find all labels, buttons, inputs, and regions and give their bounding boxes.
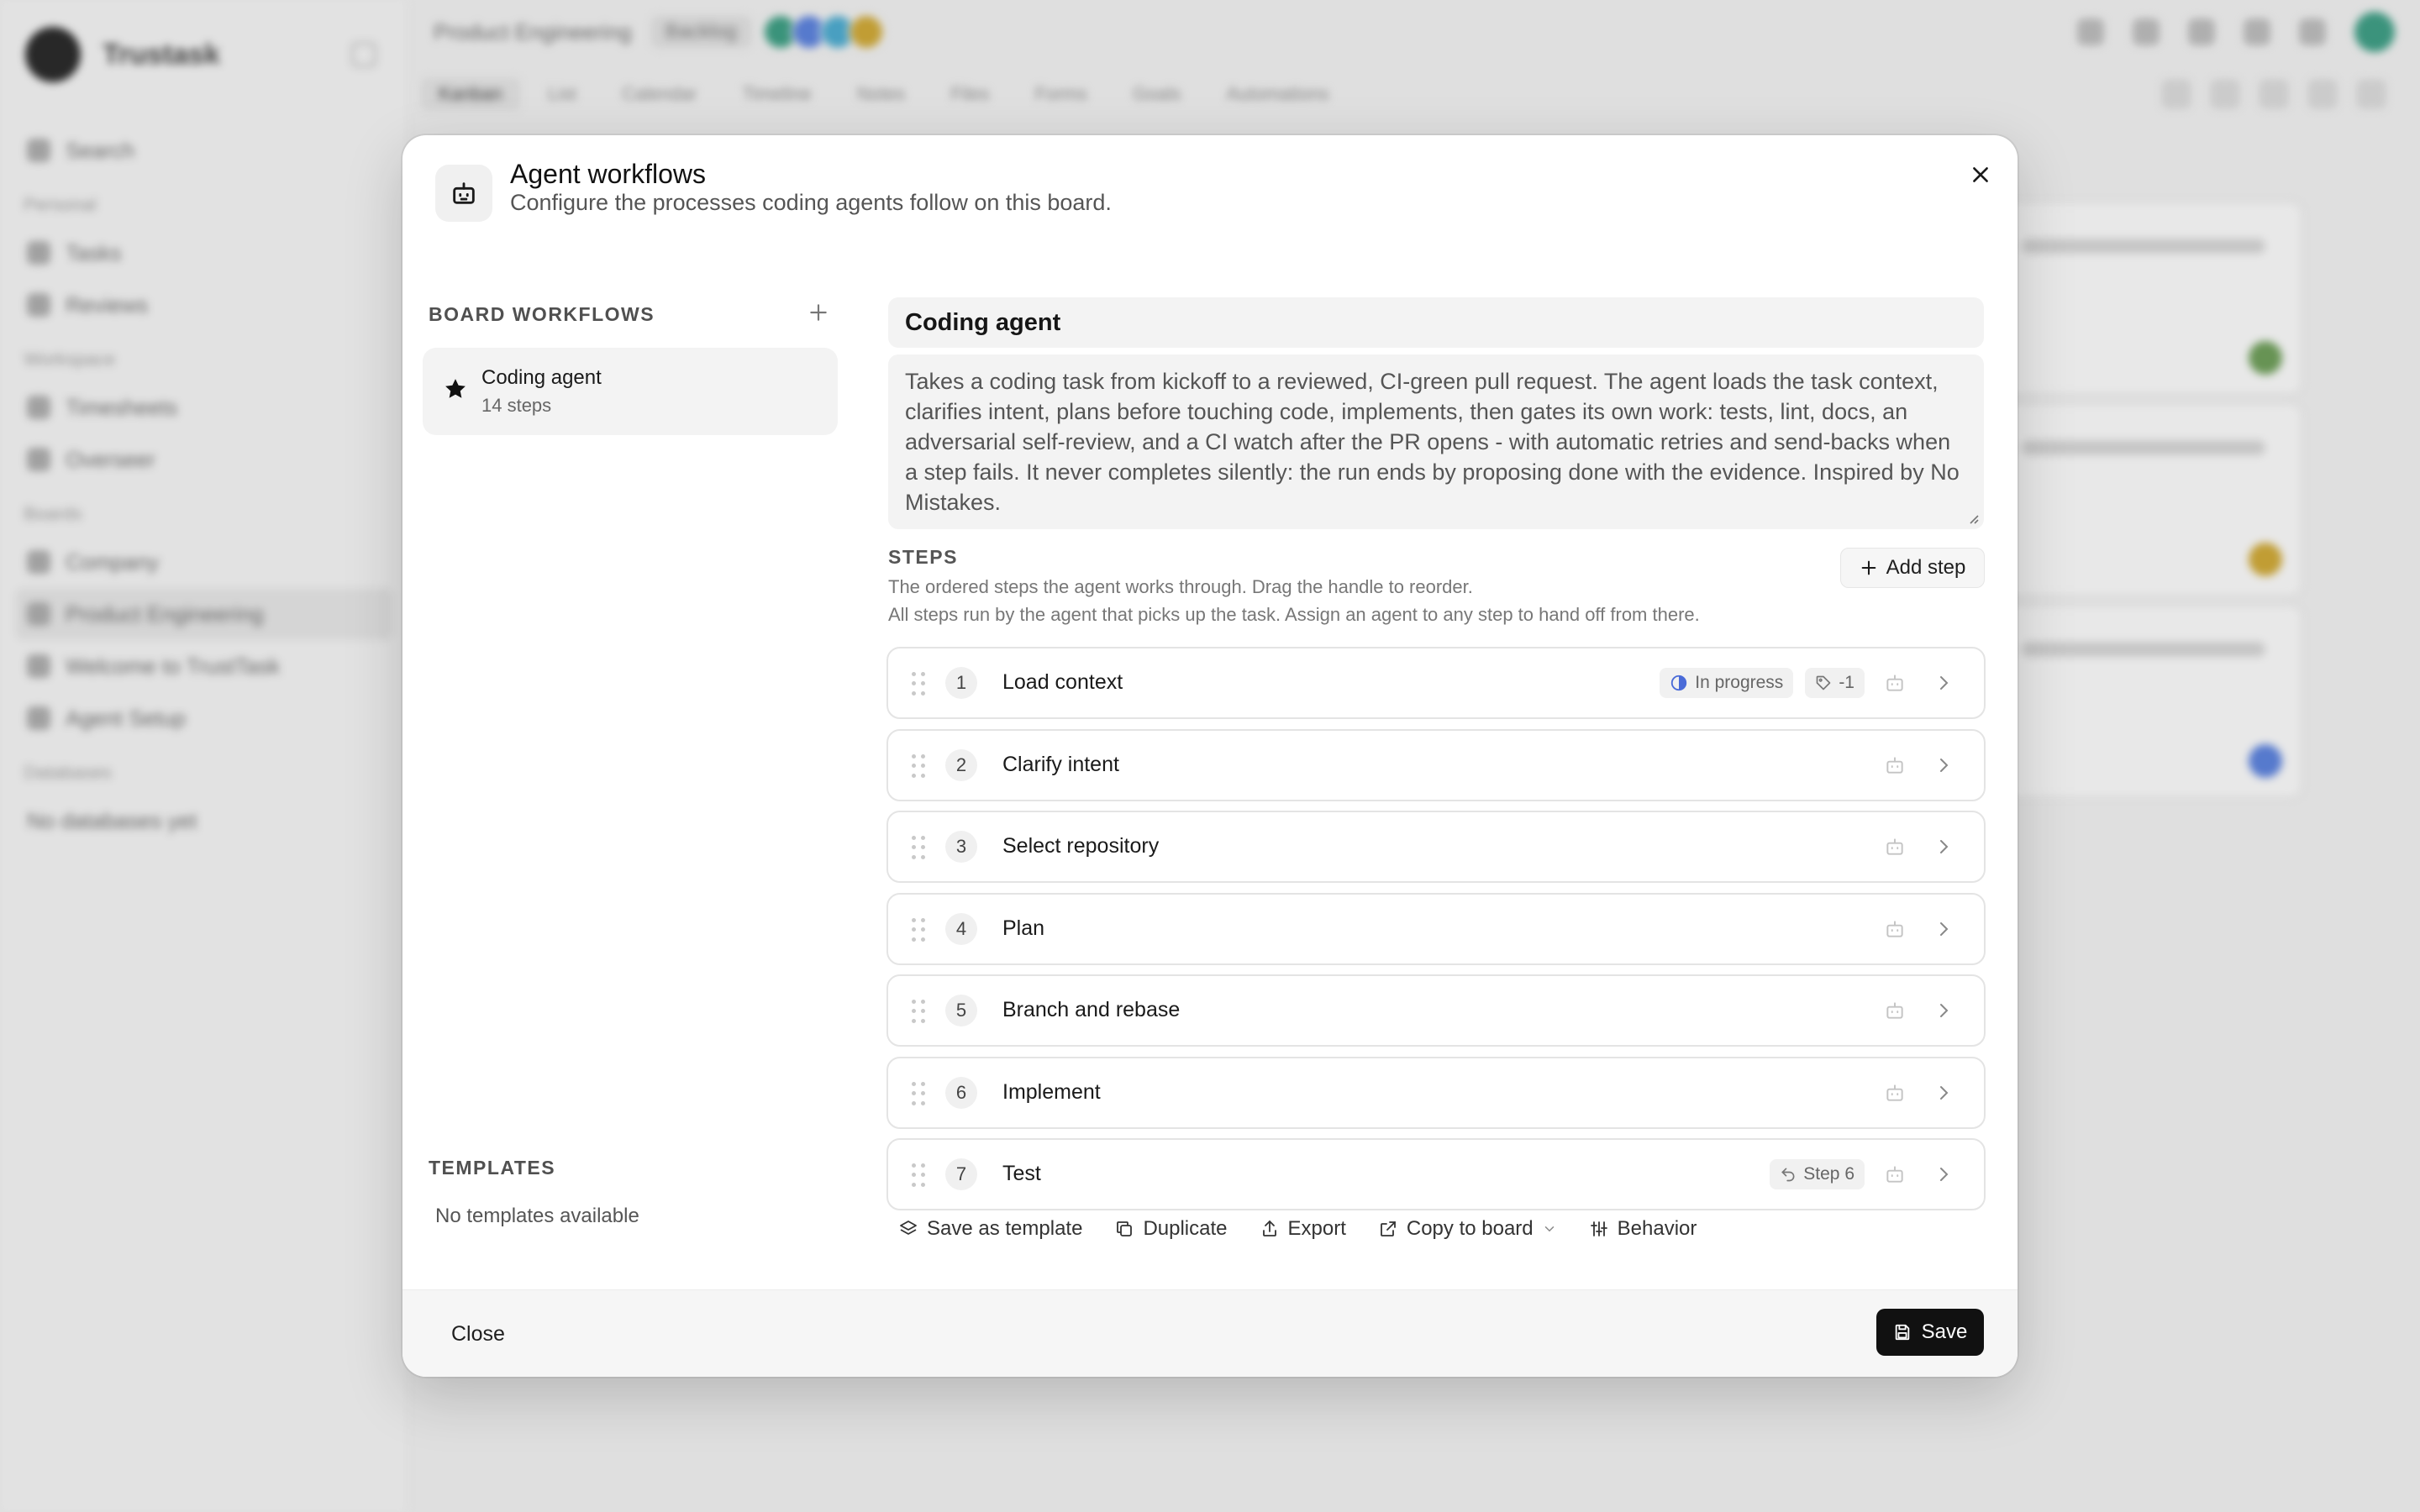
step-row[interactable]: 4 Plan [886, 893, 1986, 965]
robot-icon [435, 165, 492, 222]
drag-handle-icon[interactable] [912, 1082, 925, 1105]
save-as-template-button[interactable]: Save as template [888, 1209, 1092, 1249]
workflow-item-coding-agent[interactable]: Coding agent 14 steps [423, 348, 838, 435]
agent-workflows-dialog: Agent workflows Configure the processes … [402, 135, 2018, 1377]
dialog-subtitle: Configure the processes coding agents fo… [510, 190, 1112, 215]
drag-handle-icon[interactable] [912, 836, 925, 859]
workflow-description: Takes a coding task from kickoff to a re… [905, 369, 1960, 515]
step-number: 1 [945, 667, 977, 699]
step-number: 4 [945, 913, 977, 945]
status-chip: In progress [1660, 668, 1794, 698]
duplicate-button[interactable]: Duplicate [1104, 1209, 1237, 1249]
tag-icon [1816, 675, 1831, 690]
robot-icon[interactable] [1876, 914, 1913, 944]
copy-to-board-dropdown[interactable]: Copy to board [1368, 1209, 1567, 1249]
add-workflow-button[interactable] [801, 295, 836, 330]
tag-chip-label: -1 [1839, 673, 1854, 692]
sliders-icon [1590, 1221, 1607, 1236]
workflow-name: Coding agent [481, 366, 602, 389]
chevron-right-icon[interactable] [1925, 668, 1962, 698]
step-name: Plan [1002, 916, 1045, 940]
step-name: Branch and rebase [1002, 998, 1181, 1021]
tag-chip: -1 [1805, 668, 1865, 698]
templates-empty-text: No templates available [435, 1205, 639, 1227]
step-meta: In progress -1 [1660, 648, 1962, 717]
step-number: 7 [945, 1158, 977, 1190]
step-row[interactable]: 3 Select repository [886, 811, 1986, 883]
step-row[interactable]: 6 Implement [886, 1057, 1986, 1129]
robot-icon[interactable] [1876, 1078, 1913, 1108]
steps-heading: STEPS [888, 546, 958, 568]
step-number: 5 [945, 995, 977, 1026]
steps-help-text-2: All steps run by the agent that picks up… [888, 604, 1700, 625]
drag-handle-icon[interactable] [912, 1163, 925, 1187]
chevron-right-icon[interactable] [1925, 832, 1962, 862]
step-meta [1876, 812, 1962, 881]
undo-icon [1781, 1168, 1795, 1182]
star-icon [443, 376, 468, 406]
send-back-chip: Step 6 [1770, 1159, 1865, 1189]
drag-handle-icon[interactable] [912, 1000, 925, 1023]
status-in-progress-icon [1671, 675, 1687, 691]
add-step-button[interactable]: Add step [1840, 548, 1985, 588]
drag-handle-icon[interactable] [912, 672, 925, 696]
chevron-right-icon[interactable] [1925, 1078, 1962, 1108]
resize-handle-icon[interactable] [1967, 512, 1979, 524]
export-button[interactable]: Export [1249, 1209, 1356, 1249]
step-meta [1876, 1058, 1962, 1127]
step-number: 3 [945, 831, 977, 863]
step-meta [1876, 895, 1962, 963]
close-button[interactable]: Close [434, 1314, 522, 1354]
robot-icon[interactable] [1876, 832, 1913, 862]
chevron-right-icon[interactable] [1925, 1159, 1962, 1189]
step-number: 6 [945, 1077, 977, 1109]
workflow-name-input[interactable]: Coding agent [888, 297, 1984, 348]
step-name: Select repository [1002, 834, 1160, 858]
send-back-chip-label: Step 6 [1803, 1164, 1854, 1184]
behavior-button[interactable]: Behavior [1579, 1209, 1707, 1249]
drag-handle-icon[interactable] [912, 918, 925, 942]
board-workflows-heading: BOARD WORKFLOWS [429, 303, 655, 325]
copy-icon [1117, 1221, 1133, 1236]
steps-help-text: The ordered steps the agent works throug… [888, 576, 1473, 597]
dialog-footer: Close Save [402, 1289, 2018, 1377]
chevron-down-icon [1544, 1226, 1554, 1232]
robot-icon[interactable] [1876, 1159, 1913, 1189]
layers-icon [900, 1221, 917, 1235]
close-icon[interactable] [1964, 158, 1997, 192]
chevron-right-icon[interactable] [1925, 995, 1962, 1026]
workflow-description-textarea[interactable]: Takes a coding task from kickoff to a re… [888, 354, 1984, 529]
status-chip-label: In progress [1695, 673, 1784, 692]
save-button[interactable]: Save [1876, 1309, 1984, 1356]
step-meta [1876, 731, 1962, 800]
drag-handle-icon[interactable] [912, 754, 925, 778]
step-meta [1876, 976, 1962, 1045]
robot-icon[interactable] [1876, 995, 1913, 1026]
robot-icon[interactable] [1876, 750, 1913, 780]
external-link-icon [1380, 1221, 1396, 1236]
step-name: Load context [1002, 670, 1123, 694]
save-icon [1895, 1324, 1909, 1341]
dialog-title: Agent workflows [510, 159, 706, 189]
workflow-step-count: 14 steps [481, 395, 552, 416]
chevron-right-icon[interactable] [1925, 750, 1962, 780]
workflow-actions: Save as template Duplicate Export Copy t… [888, 1206, 1984, 1252]
chevron-right-icon[interactable] [1925, 914, 1962, 944]
templates-heading: TEMPLATES [429, 1157, 556, 1179]
step-row[interactable]: 1 Load context In progress -1 [886, 647, 1986, 719]
step-name: Clarify intent [1002, 753, 1119, 776]
robot-icon[interactable] [1876, 668, 1913, 698]
step-row[interactable]: 7 Test Step 6 [886, 1138, 1986, 1210]
step-meta: Step 6 [1770, 1140, 1962, 1209]
step-row[interactable]: 5 Branch and rebase [886, 974, 1986, 1047]
upload-icon [1262, 1220, 1276, 1236]
step-row[interactable]: 2 Clarify intent [886, 729, 1986, 801]
step-name: Test [1002, 1162, 1041, 1185]
step-number: 2 [945, 749, 977, 781]
step-name: Implement [1002, 1080, 1101, 1104]
plus-icon [1861, 560, 1876, 575]
plus-icon [810, 304, 827, 321]
